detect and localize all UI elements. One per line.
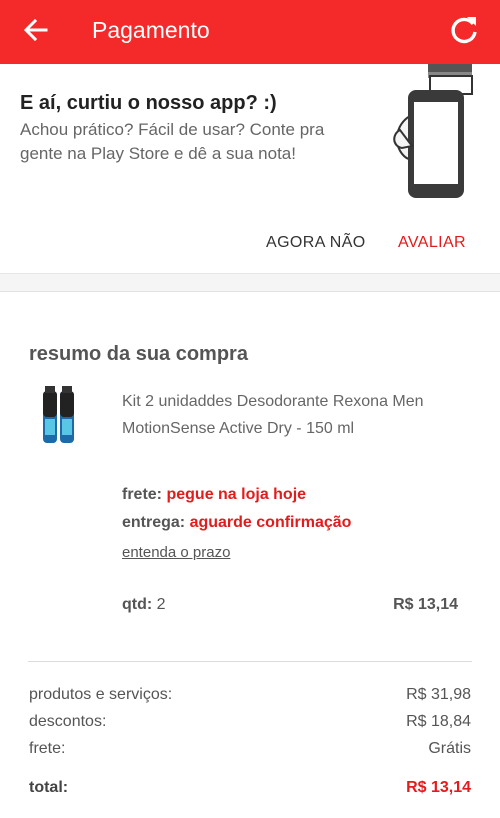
subtotal-value: R$ 31,98 (406, 686, 471, 703)
delivery-value: aguarde confirmação (189, 514, 352, 531)
quantity-label: qtd: (122, 596, 153, 613)
rate-button[interactable]: AVALIAR (398, 234, 466, 252)
total-value: R$ 13,14 (406, 779, 471, 796)
deadline-info-link[interactable]: entenda o prazo (122, 544, 230, 561)
summary-title: resumo da sua compra (29, 343, 248, 365)
shipping-cost-value: Grátis (428, 740, 471, 757)
divider (28, 661, 472, 662)
quantity: qtd: 2 (122, 596, 166, 614)
refresh-icon[interactable] (448, 14, 480, 46)
rate-prompt-body: Achou prático? Fácil de usar? Conte pra … (20, 120, 325, 163)
shipping-cost-label: frete: (29, 740, 66, 757)
app-bar: Pagamento (0, 0, 500, 64)
quantity-value: 2 (156, 596, 166, 613)
rate-prompt-title: E aí, curtiu o nosso app? :) (20, 92, 277, 114)
arrow-left-icon[interactable] (22, 14, 50, 46)
delivery-label: entrega: (122, 514, 186, 531)
shipping-line: frete: pegue na loja hoje (122, 486, 306, 504)
product-name: Kit 2 unidaddes Desodorante Rexona Men M… (122, 393, 424, 437)
discount-value: R$ 18,84 (406, 713, 471, 730)
delivery-line: entrega: aguarde confirmação (122, 514, 351, 532)
page-title: Pagamento (92, 17, 210, 43)
item-price: R$ 13,14 (393, 596, 458, 613)
discount-label: descontos: (29, 713, 107, 730)
rate-app-card: E aí, curtiu o nosso app? :) Achou práti… (0, 64, 500, 274)
total-label: total: (29, 779, 69, 796)
shipping-value: pegue na loja hoje (166, 486, 307, 503)
section-separator (0, 274, 500, 292)
deodorant-cans-icon (43, 386, 74, 443)
later-button[interactable]: AGORA NÃO (266, 234, 366, 252)
hand-holding-phone-icon (393, 64, 473, 198)
subtotal-label: produtos e serviços: (29, 686, 173, 703)
shipping-label: frete: (122, 486, 163, 503)
